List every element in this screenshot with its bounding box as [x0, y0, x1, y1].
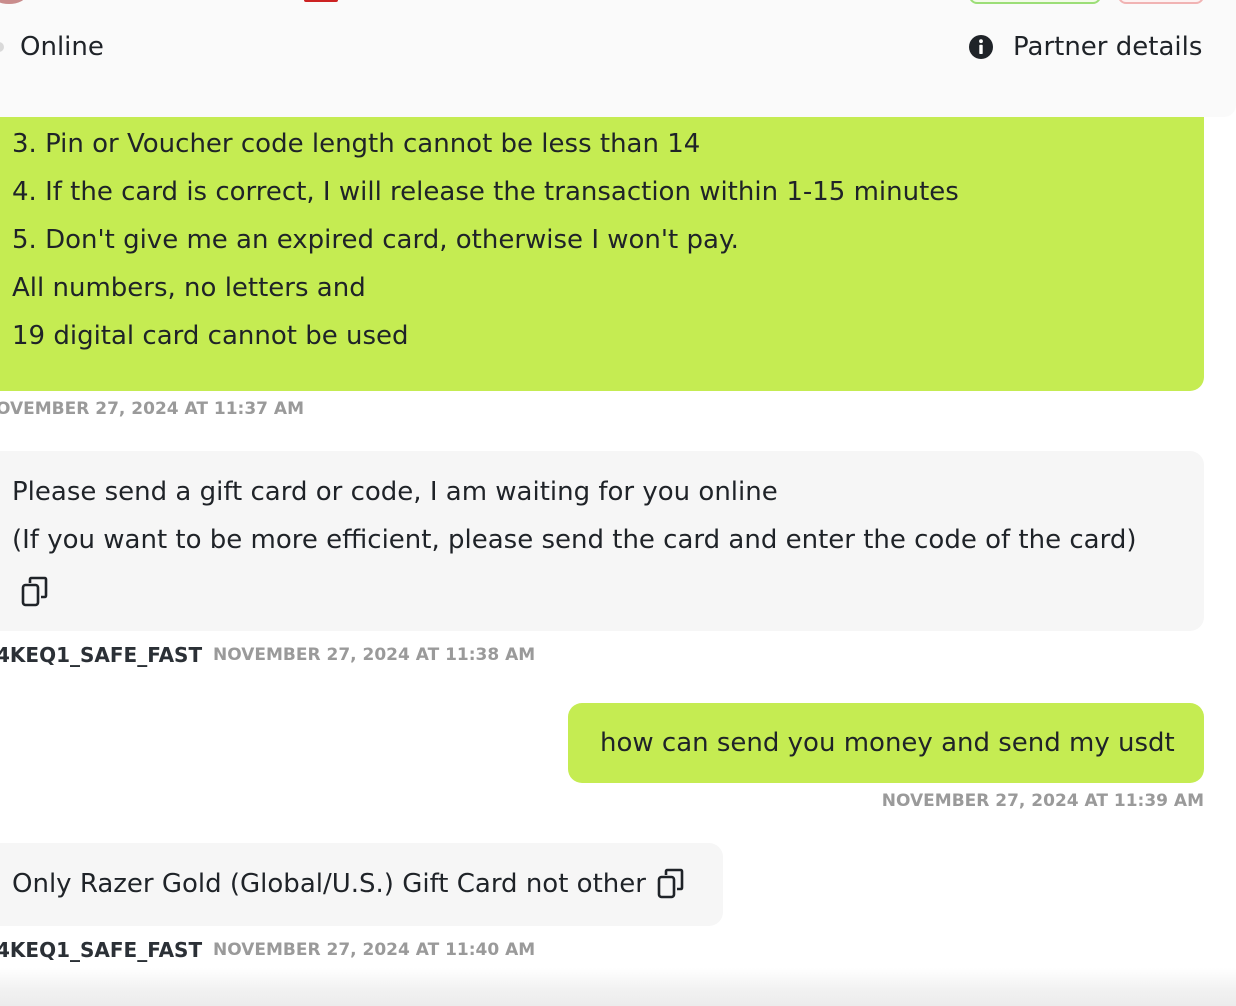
message-bubble: Only Razer Gold (Global/U.S.) Gift Card … [0, 843, 723, 926]
cancel-button[interactable] [1118, 0, 1204, 4]
partner-details-label: Partner details [1013, 32, 1203, 62]
message-bubble: 3. Pin or Voucher code length cannot be … [0, 100, 1204, 391]
copy-icon[interactable] [20, 576, 50, 610]
message-text-line: Please send a gift card or code, I am wa… [12, 477, 778, 507]
message-timestamp: NOVEMBER 27, 2024 AT 11:38 AM [213, 645, 536, 665]
chat-header: Online Partner details [0, 0, 1236, 117]
confirm-button[interactable] [969, 0, 1101, 4]
message-timestamp: OVEMBER 27, 2024 AT 11:37 AM [0, 399, 304, 419]
message-timestamp: NOVEMBER 27, 2024 AT 11:39 AM [881, 791, 1204, 811]
message-timestamp: NOVEMBER 27, 2024 AT 11:40 AM [213, 940, 536, 960]
online-status-label: Online [20, 32, 104, 62]
sender-name[interactable]: 4KEQ1_SAFE_FAST [0, 937, 202, 963]
flag-icon [304, 0, 338, 2]
message-text-line: All numbers, no letters and [12, 273, 366, 303]
online-status-dot [0, 42, 4, 52]
info-icon [969, 35, 993, 59]
message-text-line: Only Razer Gold (Global/U.S.) Gift Card … [12, 869, 646, 899]
message-text-line: 5. Don't give me an expired card, otherw… [12, 225, 739, 255]
chat-window: Online Partner details 3. Pin or Voucher… [0, 0, 1236, 1006]
partner-details-button[interactable]: Partner details [968, 28, 1202, 66]
message-input-shadow [0, 968, 1236, 1006]
avatar[interactable] [0, 0, 26, 4]
sender-name[interactable]: 4KEQ1_SAFE_FAST [0, 642, 202, 668]
message-text-line: 3. Pin or Voucher code length cannot be … [12, 129, 701, 159]
copy-icon[interactable] [656, 868, 686, 902]
message-bubble-outgoing: how can send you money and send my usdt [568, 703, 1204, 783]
message-text-line: (If you want to be more efficient, pleas… [12, 525, 1137, 555]
message-bubble: Please send a gift card or code, I am wa… [0, 451, 1204, 631]
message-text-line: 4. If the card is correct, I will releas… [12, 177, 959, 207]
message-text-line: 19 digital card cannot be used [12, 321, 409, 351]
message-text-line: how can send you money and send my usdt [600, 728, 1175, 758]
